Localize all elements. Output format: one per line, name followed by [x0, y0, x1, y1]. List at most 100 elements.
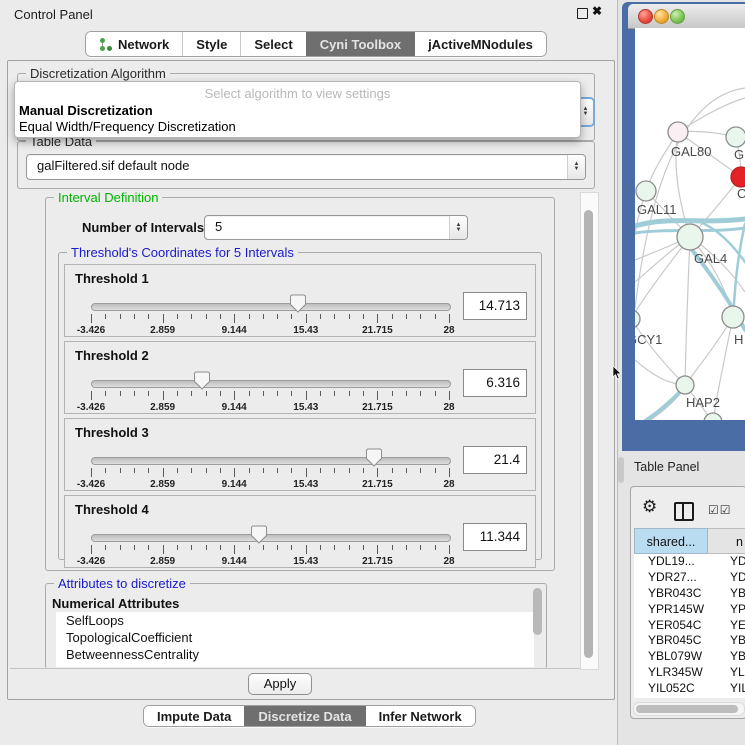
number-of-intervals-spinner[interactable]: 5 ▲▼	[204, 215, 468, 240]
network-node-gal11[interactable]	[636, 181, 656, 201]
close-traffic-light[interactable]	[638, 9, 653, 24]
node-label: GCY1	[635, 332, 662, 347]
shared-name-cell[interactable]: YBL079W	[634, 649, 722, 665]
slider-track[interactable]	[91, 534, 451, 542]
shared-name-cell[interactable]: YIL052C	[634, 681, 722, 697]
shared-name-cell[interactable]: YBR045C	[634, 633, 722, 649]
tab-network[interactable]: Network	[86, 32, 182, 56]
table-row[interactable]: YDL19...YDL1	[634, 554, 745, 570]
table-row[interactable]: YBL079WYBL0	[634, 649, 745, 665]
network-window-titlebar[interactable]	[628, 4, 745, 29]
table-row[interactable]: YPR145WYPR1	[634, 602, 745, 618]
table-row[interactable]: YER054CYER0	[634, 618, 745, 634]
tab-label: Cyni Toolbox	[320, 37, 401, 52]
main-vertical-scrollbar[interactable]	[580, 192, 599, 670]
threshold-slider[interactable]: -3.4262.8599.14415.4321.71528	[91, 342, 449, 413]
slider-thumb[interactable]	[364, 448, 384, 467]
shared-name-cell[interactable]: YLR345W	[634, 665, 722, 681]
column-header-name[interactable]: n	[708, 528, 745, 554]
minimize-traffic-light[interactable]	[654, 9, 669, 24]
shared-name-cell[interactable]: YER054C	[634, 618, 722, 634]
slider-thumb[interactable]	[288, 294, 308, 313]
name-cell[interactable]: YPR1	[722, 602, 745, 618]
tab-discretize-data[interactable]: Discretize Data	[244, 706, 364, 726]
name-cell[interactable]: YDL1	[722, 554, 745, 570]
table-row[interactable]: YBR045CYBR0	[634, 633, 745, 649]
network-node-g[interactable]	[726, 127, 745, 147]
threshold-rows-container: Threshold 1 -3.4262.8599.14415.4321.7152…	[64, 264, 536, 572]
slider-ticks	[91, 391, 449, 400]
threshold-slider[interactable]: -3.4262.8599.14415.4321.71528	[91, 496, 449, 567]
spinner-stepper-icon[interactable]: ▲▼	[449, 216, 467, 239]
slider-track[interactable]	[91, 380, 451, 388]
name-cell[interactable]: YER0	[722, 618, 745, 634]
attribute-list-item[interactable]: BetweennessCentrality	[56, 646, 534, 663]
side-scrollbar-fragment[interactable]	[618, 457, 624, 483]
float-icon[interactable]	[577, 8, 588, 19]
threshold-slider[interactable]: -3.4262.8599.14415.4321.71528	[91, 265, 449, 336]
shared-name-cell[interactable]: YDL19...	[634, 554, 722, 570]
interval-definition-group: Interval Definition Number of Intervals …	[45, 197, 555, 571]
zoom-traffic-light[interactable]	[670, 9, 685, 24]
network-canvas[interactable]: GAL80GCGAL11GAL4GCY1HHAP2	[635, 28, 745, 420]
threshold-value-field[interactable]: 11.344	[463, 523, 527, 551]
slider-track[interactable]	[91, 303, 451, 311]
threshold-value-field[interactable]: 21.4	[463, 446, 527, 474]
group-title: Threshold's Coordinates for 5 Intervals	[67, 245, 298, 260]
table-row[interactable]: YBR043CYBR0	[634, 586, 745, 602]
combo-stepper-icon[interactable]: ▲▼	[567, 155, 585, 179]
table-horizontal-scrollbar[interactable]	[633, 702, 745, 716]
close-icon[interactable]: ✖	[592, 4, 602, 18]
dropdown-option-manual-discretization[interactable]: Manual Discretization	[19, 103, 153, 118]
name-cell[interactable]: YBR0	[722, 633, 745, 649]
column-header-shared-name[interactable]: shared...	[634, 528, 708, 554]
network-node-gcy1[interactable]	[635, 310, 640, 328]
attribute-list-item[interactable]: SelfLoops	[56, 612, 534, 629]
dropdown-placeholder-item[interactable]: Select algorithm to view settings	[15, 86, 580, 101]
network-node-gal80[interactable]	[668, 122, 688, 142]
columns-icon[interactable]	[674, 502, 694, 521]
shared-name-cell[interactable]: YBR043C	[634, 586, 722, 602]
threshold-row: Threshold 3 -3.4262.8599.14415.4321.7152…	[64, 418, 536, 491]
threshold-value-field[interactable]: 6.316	[463, 369, 527, 397]
slider-thumb[interactable]	[192, 371, 212, 390]
attribute-list-item[interactable]: TopologicalCoefficient	[56, 629, 534, 646]
tab-impute-data[interactable]: Impute Data	[144, 706, 244, 726]
table-data-combobox[interactable]: galFiltered.sif default node ▲▼	[26, 154, 586, 180]
table-row[interactable]: YDR27...YDR2	[634, 570, 745, 586]
node-label: C	[737, 186, 745, 201]
tab-select[interactable]: Select	[240, 32, 305, 56]
name-cell[interactable]: YIL0	[722, 681, 745, 697]
name-cell[interactable]: YLR3	[722, 665, 745, 681]
network-node-c[interactable]	[731, 167, 745, 187]
checkbox-icons[interactable]: ☑☑	[708, 503, 732, 517]
name-cell[interactable]: YBR0	[722, 586, 745, 602]
tab-style[interactable]: Style	[182, 32, 240, 56]
network-node-h[interactable]	[722, 306, 744, 328]
table-row[interactable]: YIL052CYIL0	[634, 681, 745, 697]
tab-infer-network[interactable]: Infer Network	[365, 706, 475, 726]
shared-name-cell[interactable]: YDR27...	[634, 570, 722, 586]
slider-track[interactable]	[91, 457, 451, 465]
threshold-row: Threshold 4 -3.4262.8599.14415.4321.7152…	[64, 495, 536, 568]
network-node-hap2[interactable]	[676, 376, 694, 394]
apply-button[interactable]: Apply	[248, 673, 312, 695]
tab-jactivemnodules[interactable]: jActiveMNodules	[414, 32, 546, 56]
name-cell[interactable]: YBL0	[722, 649, 745, 665]
table-row[interactable]: YLR345WYLR3	[634, 665, 745, 681]
threshold-value-field[interactable]: 14.713	[463, 292, 527, 320]
numerical-attributes-list[interactable]: SelfLoopsTopologicalCoefficientBetweenne…	[56, 612, 534, 667]
name-cell[interactable]: YDR2	[722, 570, 745, 586]
dropdown-option-equal-width-frequency[interactable]: Equal Width/Frequency Discretization	[19, 119, 236, 134]
scrollbar-thumb[interactable]	[584, 210, 593, 658]
threshold-slider[interactable]: -3.4262.8599.14415.4321.71528	[91, 419, 449, 490]
shared-name-cell[interactable]: YPR145W	[634, 602, 722, 618]
gear-icon[interactable]: ⚙	[642, 497, 657, 517]
scrollbar-thumb[interactable]	[636, 705, 738, 713]
node-label: HAP2	[686, 395, 720, 410]
list-scrollbar[interactable]	[533, 588, 542, 635]
tab-cyni-toolbox[interactable]: Cyni Toolbox	[306, 32, 414, 56]
slider-thumb[interactable]	[249, 525, 269, 544]
network-node-gal4[interactable]	[677, 224, 703, 250]
bottom-tab-bar: Impute DataDiscretize DataInfer Network	[143, 705, 476, 727]
